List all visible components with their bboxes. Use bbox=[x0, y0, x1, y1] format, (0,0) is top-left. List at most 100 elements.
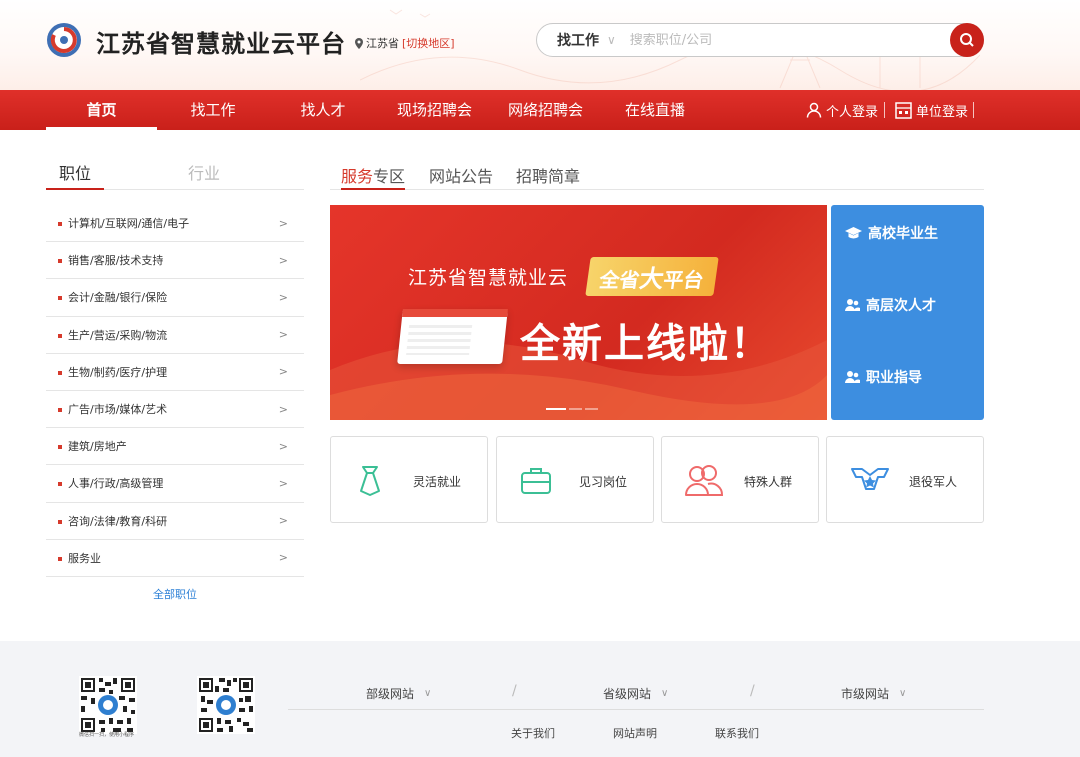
switch-region-link[interactable]: [切换地区] bbox=[402, 35, 455, 51]
category-item[interactable]: 咨询/法律/教育/科研 > bbox=[46, 503, 304, 540]
province-sites-dropdown[interactable]: 省级网站 ∨ bbox=[603, 685, 668, 702]
chevron-down-icon: ∨ bbox=[661, 688, 669, 699]
carousel-dot[interactable] bbox=[569, 408, 582, 410]
search-icon bbox=[960, 33, 974, 47]
banner-headline: 全新上线啦！ bbox=[520, 321, 772, 367]
category-label: 生产/营运/采购/物流 bbox=[68, 328, 168, 342]
nav-item-onsite-fair[interactable]: 现场招聘会 bbox=[387, 90, 482, 130]
carousel-dot[interactable] bbox=[546, 408, 566, 410]
category-label: 人事/行政/高级管理 bbox=[68, 477, 164, 491]
service-card-veterans[interactable]: 退役军人 bbox=[826, 436, 984, 523]
city-sites-dropdown[interactable]: 市级网站 ∨ bbox=[841, 685, 906, 702]
category-item[interactable]: 销售/客服/技术支持 > bbox=[46, 242, 304, 280]
briefcase-icon bbox=[521, 468, 551, 494]
city-sites-label: 市级网站 bbox=[841, 687, 890, 701]
footer-slash-divider: / bbox=[512, 683, 517, 699]
carousel-dot[interactable] bbox=[585, 408, 598, 410]
ministry-sites-dropdown[interactable]: 部级网站 ∨ bbox=[366, 685, 431, 702]
chevron-down-icon: ∨ bbox=[899, 688, 907, 699]
qr-caption: 微信扫一扫，使用小程序 bbox=[79, 732, 135, 738]
service-card-label: 特殊人群 bbox=[744, 475, 793, 489]
category-list: 计算机/互联网/通信/电子 > 销售/客服/技术支持 > 会计/金融/银行/保险 > … bbox=[46, 205, 304, 577]
category-label: 会计/金融/银行/保险 bbox=[68, 291, 168, 305]
service-card-label: 灵活就业 bbox=[413, 475, 462, 489]
personal-login-link[interactable]: 个人登录 bbox=[806, 90, 878, 130]
right-panel-tabs: 服务专区 网站公告 招聘简章 bbox=[330, 160, 984, 190]
audience-high-level-talent[interactable]: 高层次人才 bbox=[845, 295, 936, 315]
mini-program-qr-code bbox=[79, 676, 137, 734]
chevron-right-icon: > bbox=[278, 476, 288, 490]
about-us-link[interactable]: 关于我们 bbox=[511, 725, 555, 741]
tab-site-notice[interactable]: 网站公告 bbox=[429, 163, 493, 187]
site-logo-icon[interactable] bbox=[46, 22, 82, 58]
audience-label: 职业指导 bbox=[866, 370, 922, 386]
company-login-link[interactable]: 单位登录 bbox=[895, 90, 968, 130]
tie-icon bbox=[360, 466, 380, 496]
tab-industry[interactable]: 行业 bbox=[188, 160, 220, 189]
tab-position[interactable]: 职位 bbox=[46, 160, 105, 190]
site-footer: 微信扫一扫，使用小程序 部级网站 ∨ / 省级网站 ∨ / 市级网站 ∨ 关于我… bbox=[0, 641, 1080, 757]
search-bar: 找工作 ∨ bbox=[536, 23, 984, 57]
category-label: 广告/市场/媒体/艺术 bbox=[68, 403, 168, 417]
promo-banner[interactable]: 江苏省智慧就业云 全省大平台 全新上线啦！ bbox=[330, 205, 827, 420]
audience-graduates[interactable]: 高校毕业生 bbox=[845, 223, 938, 243]
search-button[interactable] bbox=[950, 23, 984, 57]
service-card-internship[interactable]: 见习岗位 bbox=[496, 436, 654, 523]
category-label: 服务业 bbox=[68, 551, 101, 565]
building-icon bbox=[895, 101, 912, 119]
search-type-label: 找工作 bbox=[557, 33, 599, 49]
location-selector[interactable]: 江苏省 [切换地区] bbox=[355, 35, 455, 51]
nav-item-find-talent[interactable]: 找人才 bbox=[278, 90, 368, 130]
service-card-flexible-employment[interactable]: 灵活就业 bbox=[330, 436, 488, 523]
footer-slash-divider: / bbox=[750, 683, 755, 699]
tab-recruit-brief[interactable]: 招聘简章 bbox=[516, 163, 580, 187]
all-positions-link[interactable]: 全部职位 bbox=[46, 586, 304, 602]
banner-badge-part1: 全省 bbox=[597, 268, 642, 292]
nav-divider bbox=[884, 102, 885, 118]
main-nav: 首页 找工作 找人才 现场招聘会 网络招聘会 在线直播 个人登录 单位登录 bbox=[0, 90, 1080, 130]
service-card-special-groups[interactable]: 特殊人群 bbox=[661, 436, 819, 523]
search-input[interactable] bbox=[629, 32, 930, 48]
website-mockup-image bbox=[397, 309, 508, 364]
nav-item-find-job[interactable]: 找工作 bbox=[168, 90, 258, 130]
category-label: 建筑/房地产 bbox=[68, 440, 127, 454]
users-icon bbox=[845, 371, 860, 383]
category-label: 生物/制药/医疗/护理 bbox=[68, 365, 168, 379]
tab-service-zone[interactable]: 服务专区 bbox=[341, 163, 406, 190]
site-header: 江苏省智慧就业云平台 江苏省 [切换地区] 找工作 ∨ bbox=[0, 0, 1080, 90]
banner-title: 江苏省智慧就业云 bbox=[408, 267, 569, 289]
nav-item-live-stream[interactable]: 在线直播 bbox=[610, 90, 700, 130]
graduation-cap-icon bbox=[845, 226, 862, 238]
left-panel-tabs: 职位 行业 bbox=[46, 160, 304, 190]
nav-item-online-fair[interactable]: 网络招聘会 bbox=[498, 90, 593, 130]
chevron-right-icon: > bbox=[278, 402, 288, 416]
service-card-label: 退役军人 bbox=[909, 475, 958, 489]
company-login-label: 单位登录 bbox=[916, 104, 969, 120]
chevron-right-icon: > bbox=[278, 290, 288, 304]
chevron-right-icon: > bbox=[278, 551, 288, 565]
audience-panel: 高校毕业生 高层次人才 职业指导 bbox=[831, 205, 984, 420]
category-item[interactable]: 计算机/互联网/通信/电子 > bbox=[46, 205, 304, 243]
contact-us-link[interactable]: 联系我们 bbox=[715, 725, 759, 741]
users-icon bbox=[845, 299, 860, 311]
category-item[interactable]: 生物/制药/医疗/护理 > bbox=[46, 354, 304, 391]
chevron-right-icon: > bbox=[278, 253, 288, 267]
location-pin-icon bbox=[355, 37, 363, 49]
category-item[interactable]: 会计/金融/银行/保险 > bbox=[46, 279, 304, 317]
category-item[interactable]: 生产/营运/采购/物流 > bbox=[46, 317, 304, 354]
site-statement-link[interactable]: 网站声明 bbox=[613, 725, 657, 741]
audience-label: 高层次人才 bbox=[866, 298, 936, 314]
category-label: 咨询/法律/教育/科研 bbox=[68, 514, 168, 528]
search-type-dropdown[interactable]: 找工作 ∨ bbox=[557, 30, 616, 50]
tab-service-zone-rest: 专区 bbox=[373, 167, 406, 186]
category-label: 销售/客服/技术支持 bbox=[68, 254, 164, 268]
category-item[interactable]: 人事/行政/高级管理 > bbox=[46, 465, 304, 503]
chevron-right-icon: > bbox=[278, 514, 288, 528]
wechat-qr-code bbox=[197, 676, 255, 734]
category-item[interactable]: 服务业 > bbox=[46, 540, 304, 577]
category-item[interactable]: 广告/市场/媒体/艺术 > bbox=[46, 391, 304, 429]
nav-item-home[interactable]: 首页 bbox=[46, 90, 157, 130]
category-item[interactable]: 建筑/房地产 > bbox=[46, 428, 304, 466]
tab-service-zone-highlight: 服务 bbox=[341, 167, 374, 186]
audience-career-guidance[interactable]: 职业指导 bbox=[845, 367, 922, 387]
